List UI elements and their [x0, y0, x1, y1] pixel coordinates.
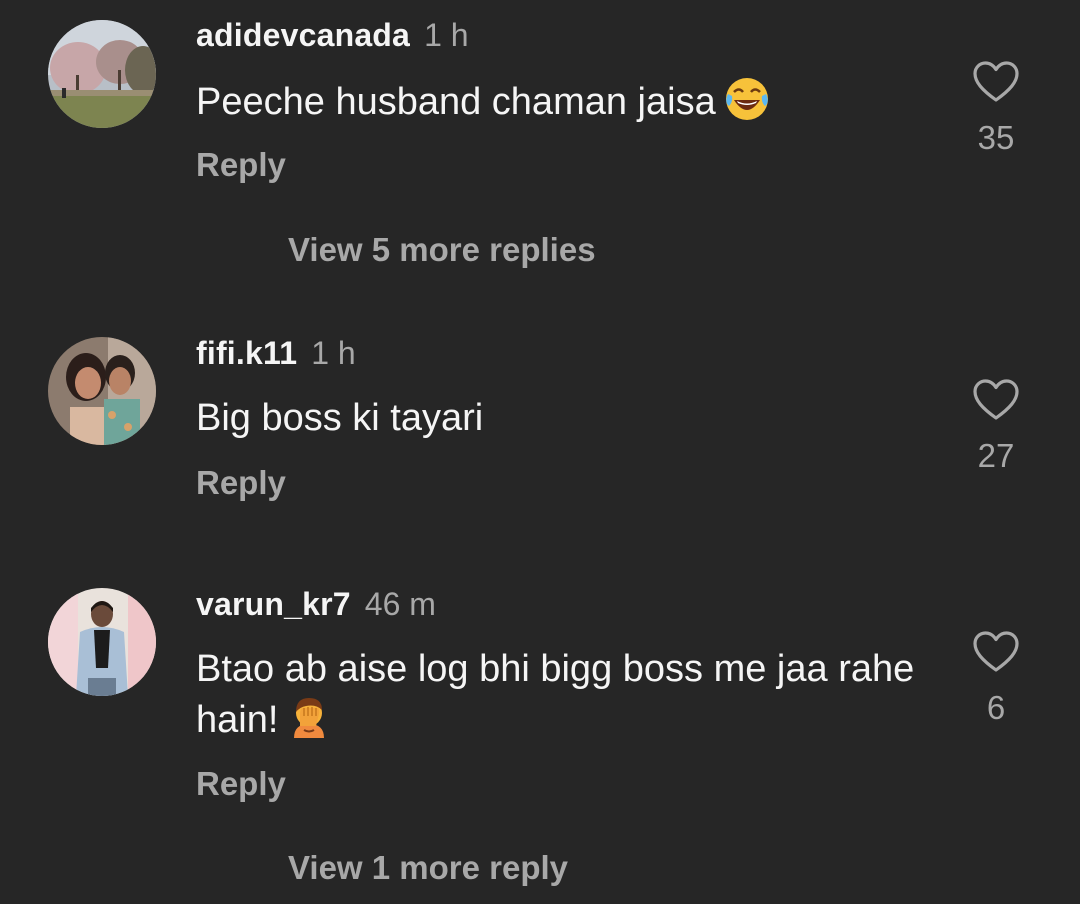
- timestamp: 46 m: [364, 586, 436, 622]
- comment-item: fifi.k11 1 h Big boss ki tayari Reply 27: [0, 320, 1080, 540]
- like-count: 27: [977, 437, 1015, 474]
- reply-button[interactable]: Reply: [196, 463, 286, 503]
- username[interactable]: fifi.k11: [196, 335, 297, 371]
- comment-body: Peeche husband chaman jaisa: [196, 81, 716, 123]
- view-more-replies-button[interactable]: View 5 more replies: [288, 230, 596, 270]
- comment-item: varun_kr7 46 m Btao ab aise log bhi bigg …: [0, 570, 1080, 904]
- heart-outline-icon[interactable]: [972, 60, 1020, 104]
- comment-text: Big boss ki tayari: [196, 393, 916, 443]
- avatar-image: [48, 20, 156, 128]
- heart-outline-icon[interactable]: [972, 630, 1020, 674]
- timestamp: 1 h: [311, 335, 356, 371]
- tears-of-joy-icon: [724, 76, 770, 122]
- avatar[interactable]: [48, 337, 156, 445]
- reply-button[interactable]: Reply: [196, 145, 286, 185]
- avatar-image: [48, 337, 156, 445]
- comment-text: Btao ab aise log bhi bigg boss me jaa ra…: [196, 644, 916, 745]
- view-more-replies-button[interactable]: View 1 more reply: [288, 848, 568, 888]
- heart-outline-icon[interactable]: [972, 378, 1020, 422]
- like-control: 35: [960, 60, 1032, 158]
- comment-body: Big boss ki tayari: [196, 397, 484, 439]
- like-control: 27: [960, 378, 1032, 476]
- comment-header: varun_kr7 46 m: [196, 584, 436, 624]
- comment-item: adidevcanada 1 h Peeche husband chaman ja…: [0, 0, 1080, 290]
- username[interactable]: varun_kr7: [196, 586, 351, 622]
- like-count: 6: [986, 689, 1006, 726]
- username[interactable]: adidevcanada: [196, 17, 410, 53]
- comment-header: fifi.k11 1 h: [196, 333, 356, 373]
- comment-header: adidevcanada 1 h: [196, 15, 469, 55]
- avatar-image: [48, 588, 156, 696]
- like-count: 35: [977, 119, 1015, 156]
- timestamp: 1 h: [424, 17, 469, 53]
- like-control: 6: [960, 630, 1032, 728]
- avatar[interactable]: [48, 20, 156, 128]
- facepalm-icon: [286, 694, 332, 740]
- comment-text: Peeche husband chaman jaisa: [196, 76, 916, 127]
- avatar[interactable]: [48, 588, 156, 696]
- reply-button[interactable]: Reply: [196, 764, 286, 804]
